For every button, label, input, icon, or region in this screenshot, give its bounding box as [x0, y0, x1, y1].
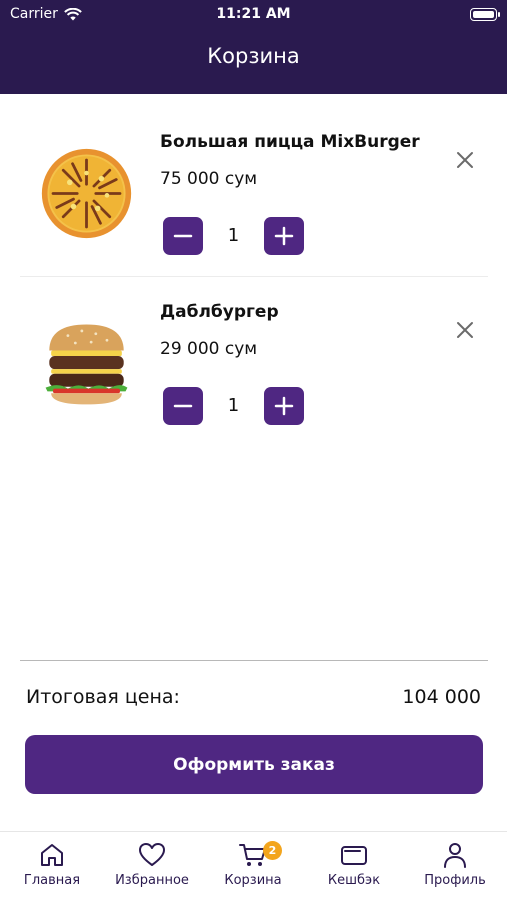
heart-icon	[139, 843, 165, 866]
tab-home[interactable]: Главная	[2, 840, 102, 896]
tab-label: Корзина	[224, 873, 282, 888]
decrease-quantity-button[interactable]	[163, 217, 203, 255]
item-price: 29 000 сум	[160, 339, 258, 359]
wallet-icon	[341, 846, 367, 865]
quantity-value: 1	[227, 395, 240, 416]
decrease-quantity-button[interactable]	[163, 387, 203, 425]
tab-favorites[interactable]: Избранное	[102, 840, 202, 896]
cart-item: Даблбургер 29 000 сум 1	[20, 282, 488, 450]
item-name: Большая пицца MixBurger	[160, 132, 420, 152]
tab-bar: Главная Избранное 2 Корзина Кешбэк Профи…	[0, 831, 507, 900]
pizza-image	[41, 148, 132, 239]
tab-label: Кешбэк	[327, 873, 381, 888]
burger-image	[45, 324, 128, 405]
tab-profile[interactable]: Профиль	[405, 840, 505, 896]
home-icon	[41, 844, 63, 866]
total-label: Итоговая цена:	[26, 686, 180, 708]
cart-badge: 2	[263, 841, 282, 860]
close-icon[interactable]	[454, 149, 476, 171]
increase-quantity-button[interactable]	[264, 387, 304, 425]
total-value: 104 000	[402, 686, 481, 708]
cart-item: Большая пицца MixBurger 75 000 сум 1	[20, 112, 488, 277]
minus-icon	[173, 234, 193, 238]
plus-icon	[274, 226, 294, 246]
page-title: Корзина	[207, 44, 300, 68]
tab-cashback[interactable]: Кешбэк	[304, 840, 404, 896]
status-bar: Carrier 11:21 AM	[0, 0, 507, 30]
tab-label: Главная	[23, 873, 81, 888]
profile-icon	[444, 843, 466, 868]
header: Carrier 11:21 AM Корзина	[0, 0, 507, 94]
checkout-button[interactable]: Оформить заказ	[25, 735, 483, 794]
quantity-value: 1	[227, 225, 240, 246]
battery-icon	[470, 8, 500, 21]
tab-cart[interactable]: 2 Корзина	[203, 840, 303, 896]
item-price: 75 000 сум	[160, 169, 258, 189]
item-name: Даблбургер	[160, 302, 279, 322]
tab-label: Профиль	[424, 873, 486, 888]
clock: 11:21 AM	[216, 6, 291, 22]
plus-icon	[274, 396, 294, 416]
close-icon[interactable]	[454, 319, 476, 341]
minus-icon	[173, 404, 193, 408]
increase-quantity-button[interactable]	[264, 217, 304, 255]
tab-label: Избранное	[115, 873, 189, 888]
divider	[20, 660, 488, 661]
